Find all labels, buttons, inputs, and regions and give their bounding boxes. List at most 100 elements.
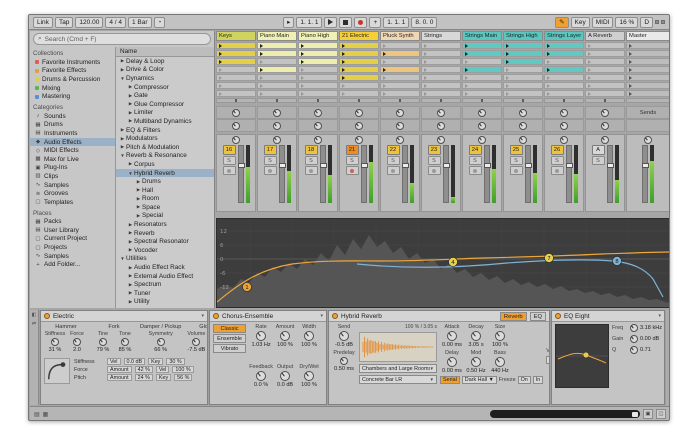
clip-slot-filled[interactable] xyxy=(339,50,379,57)
sidebar-item-current-project[interactable]: ▢Current Project xyxy=(30,235,115,244)
track-header-piano-high[interactable]: Piano High xyxy=(298,31,338,41)
param-knob[interactable] xyxy=(304,331,314,341)
clip-slot-empty[interactable] xyxy=(298,82,338,89)
freeze-in-button[interactable]: In xyxy=(533,376,544,384)
tap-tempo-button[interactable]: Tap xyxy=(55,17,73,28)
midi-map-button[interactable]: MIDI xyxy=(592,17,614,28)
chevron-down-icon[interactable]: ▼ xyxy=(119,256,126,261)
send-knob[interactable] xyxy=(273,122,281,130)
device-activator[interactable] xyxy=(213,313,219,319)
clip-slot-empty[interactable] xyxy=(339,82,379,89)
send-knob[interactable] xyxy=(601,109,609,117)
eq-eight-spectrum-display[interactable]: 14781260-6-12 xyxy=(216,218,670,308)
fader-handle[interactable] xyxy=(607,163,614,168)
send-knob[interactable] xyxy=(437,109,445,117)
pan-knob[interactable] xyxy=(314,136,322,144)
param-knob[interactable] xyxy=(339,331,349,341)
sidebar-item-favorite-effects[interactable]: Favorite Effects xyxy=(30,67,115,76)
send-knob[interactable] xyxy=(273,109,281,117)
clip-slot-empty[interactable] xyxy=(585,74,625,81)
scene-slot[interactable] xyxy=(626,58,670,65)
time-signature[interactable]: 4 / 4 xyxy=(105,17,126,28)
device-activator[interactable] xyxy=(555,313,561,319)
fader-handle[interactable] xyxy=(525,163,532,168)
sidebar-item-clips[interactable]: ▥Clips xyxy=(30,172,115,181)
clip-slot-filled[interactable] xyxy=(503,50,543,57)
clip-slot-empty[interactable] xyxy=(421,90,461,97)
clip-slot-filled[interactable] xyxy=(380,66,420,73)
device-activator[interactable] xyxy=(44,313,50,319)
chevron-right-icon[interactable]: ▶ xyxy=(119,136,126,142)
scroll-handle[interactable] xyxy=(632,412,638,417)
param-cell[interactable]: Vel xyxy=(156,366,170,373)
tree-item-hall[interactable]: ▶Hall xyxy=(116,186,214,195)
clip-slot-filled[interactable] xyxy=(216,50,256,57)
clip-slot-empty[interactable] xyxy=(380,82,420,89)
param-knob[interactable] xyxy=(471,357,481,367)
freeze-on-button[interactable]: On xyxy=(518,376,531,384)
solo-button[interactable]: S xyxy=(264,156,277,165)
tree-item-tuner[interactable]: ▶Tuner xyxy=(116,289,214,298)
clip-slot-filled[interactable] xyxy=(462,42,502,49)
computer-midi-keyboard-icon[interactable]: ▣ xyxy=(643,409,653,419)
param-cell[interactable]: 42 % xyxy=(135,366,153,373)
clip-slot-filled[interactable] xyxy=(339,66,379,73)
fader-handle[interactable] xyxy=(443,163,450,168)
param-cell[interactable]: Key xyxy=(148,358,163,365)
arm-button[interactable] xyxy=(469,166,482,175)
clip-slot-empty[interactable] xyxy=(298,90,338,97)
device-header[interactable]: Chorus-Ensemble ▾ xyxy=(210,311,326,322)
send-knob[interactable] xyxy=(519,109,527,117)
track-activator[interactable]: 18 xyxy=(305,145,318,155)
fader-handle[interactable] xyxy=(238,163,245,168)
chevron-right-icon[interactable]: ▶ xyxy=(127,299,134,305)
sidebar-item-plug-ins[interactable]: ▣Plug-Ins xyxy=(30,164,115,173)
param-cell[interactable]: Key xyxy=(156,374,171,381)
device-header[interactable]: Electric ▾ xyxy=(41,311,207,322)
pan-knob[interactable] xyxy=(478,136,486,144)
chevron-right-icon[interactable]: ▶ xyxy=(119,127,126,133)
clip-slot-filled[interactable] xyxy=(503,42,543,49)
track-header-master[interactable]: Master xyxy=(626,31,670,41)
arm-button[interactable] xyxy=(428,166,441,175)
chevron-right-icon[interactable]: ▶ xyxy=(127,101,134,107)
clip-slot-filled[interactable] xyxy=(257,42,297,49)
key-map-button[interactable]: Key xyxy=(571,17,590,28)
clip-slot-empty[interactable] xyxy=(585,90,625,97)
fader-handle[interactable] xyxy=(320,163,327,168)
routing-toggle[interactable]: Serial xyxy=(440,376,460,384)
chevron-right-icon[interactable]: ▶ xyxy=(127,93,134,99)
fader-handle[interactable] xyxy=(279,163,286,168)
param-knob[interactable] xyxy=(73,338,81,346)
param-knob[interactable] xyxy=(280,331,290,341)
tree-item-spectral-resonator[interactable]: ▶Spectral Resonator xyxy=(116,237,214,246)
param-cell[interactable]: 100 % xyxy=(172,366,193,373)
clip-slot-filled[interactable] xyxy=(339,42,379,49)
tree-item-spectrum[interactable]: ▶Spectrum xyxy=(116,280,214,289)
param-knob[interactable] xyxy=(157,338,165,346)
param-knob[interactable] xyxy=(256,371,266,381)
volume-fader[interactable] xyxy=(607,145,613,203)
send-knob[interactable] xyxy=(396,109,404,117)
chevron-right-icon[interactable]: ▶ xyxy=(127,282,134,288)
mini-eq-display[interactable] xyxy=(555,324,609,388)
pan-knob[interactable] xyxy=(644,136,652,144)
clip-slot-empty[interactable] xyxy=(421,42,461,49)
clip-slot-empty[interactable] xyxy=(585,50,625,57)
volume-fader[interactable] xyxy=(484,145,490,203)
send-knob[interactable] xyxy=(355,122,363,130)
clip-stop-button[interactable] xyxy=(257,98,297,103)
clip-slot-filled[interactable] xyxy=(339,74,379,81)
param-knob[interactable] xyxy=(447,357,457,367)
clip-slot-filled[interactable] xyxy=(462,50,502,57)
solo-button[interactable]: S xyxy=(223,156,236,165)
clip-slot-empty[interactable] xyxy=(216,74,256,81)
fader-handle[interactable] xyxy=(484,163,491,168)
sidebar-item-samples[interactable]: ∿Samples xyxy=(30,181,115,190)
arm-button[interactable] xyxy=(346,166,359,175)
sidebar-item-midi-effects[interactable]: ◇MIDI Effects xyxy=(30,146,115,155)
tree-item-eq-filters[interactable]: ▶EQ & Filters xyxy=(116,126,214,135)
track-activator[interactable]: 25 xyxy=(510,145,523,155)
metronome-icon[interactable]: ◔ xyxy=(154,17,166,28)
solo-button[interactable]: S xyxy=(510,156,523,165)
